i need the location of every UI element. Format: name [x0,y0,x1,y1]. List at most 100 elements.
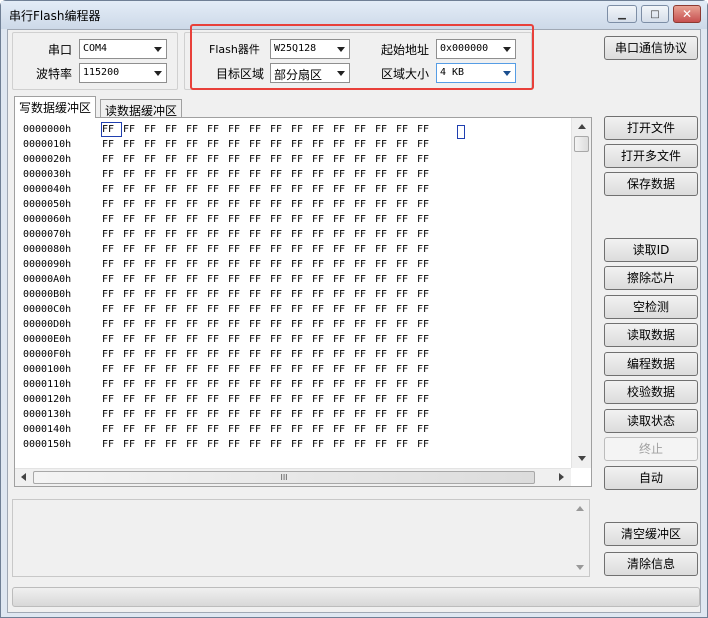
hex-byte[interactable]: FF [353,272,374,287]
hex-byte[interactable]: FF [143,377,164,392]
hex-byte[interactable]: FF [269,242,290,257]
hex-byte[interactable]: FF [374,287,395,302]
hex-byte[interactable]: FF [269,152,290,167]
hex-byte[interactable]: FF [395,287,416,302]
hex-byte[interactable]: FF [101,287,122,302]
hex-byte[interactable]: FF [416,227,437,242]
hex-byte[interactable]: FF [227,137,248,152]
hex-byte[interactable]: FF [332,407,353,422]
hex-byte[interactable]: FF [332,392,353,407]
hex-byte[interactable]: FF [185,377,206,392]
hex-byte[interactable]: FF [332,332,353,347]
hex-byte[interactable]: FF [227,122,248,137]
hex-byte[interactable]: FF [332,137,353,152]
hex-byte[interactable]: FF [101,347,122,362]
horizontal-scroll-thumb[interactable]: III [33,471,535,484]
hex-byte[interactable]: FF [269,377,290,392]
hex-byte[interactable]: FF [227,317,248,332]
hex-byte[interactable]: FF [143,212,164,227]
hex-byte[interactable]: FF [185,227,206,242]
hex-byte[interactable]: FF [311,422,332,437]
tab-write-buffer[interactable]: 写数据缓冲区 [14,96,97,118]
hex-byte[interactable]: FF [353,392,374,407]
hex-byte[interactable]: FF [395,362,416,377]
hex-byte[interactable]: FF [185,122,206,137]
hex-byte[interactable]: FF [374,377,395,392]
hex-byte[interactable]: FF [395,182,416,197]
save-data-button[interactable]: 保存数据 [604,172,698,196]
scroll-up-icon[interactable] [578,124,586,129]
hex-byte[interactable]: FF [353,212,374,227]
hex-byte[interactable]: FF [290,257,311,272]
hex-byte[interactable]: FF [395,167,416,182]
hex-byte[interactable]: FF [227,182,248,197]
hex-byte[interactable]: FF [206,227,227,242]
hex-byte[interactable]: FF [227,422,248,437]
hex-byte[interactable]: FF [101,242,122,257]
open-multiple-files-button[interactable]: 打开多文件 [604,144,698,168]
hex-byte[interactable]: FF [101,362,122,377]
hex-byte[interactable]: FF [164,257,185,272]
hex-byte[interactable]: FF [269,347,290,362]
hex-byte[interactable]: FF [122,302,143,317]
hex-row[interactable]: 0000020h FF FF FF FF FF FF FF FF FF FF FF FF FF FF FF FF [23,152,563,167]
hex-byte[interactable]: FF [395,152,416,167]
hex-byte[interactable]: FF [101,407,122,422]
hex-byte[interactable]: FF [122,197,143,212]
hex-byte[interactable]: FF [332,242,353,257]
hex-byte[interactable]: FF [101,422,122,437]
hex-byte[interactable]: FF [206,377,227,392]
hex-byte[interactable]: FF [227,347,248,362]
hex-byte[interactable]: FF [290,122,311,137]
hex-byte[interactable]: FF [122,212,143,227]
hex-byte[interactable]: FF [143,257,164,272]
hex-byte[interactable]: FF [206,152,227,167]
hex-byte[interactable]: FF [101,302,122,317]
clear-info-button[interactable]: 清除信息 [604,552,698,576]
hex-byte[interactable]: FF [311,167,332,182]
hex-row[interactable]: 00000A0h FF FF FF FF FF FF FF FF FF FF FF FF FF FF FF FF [23,272,563,287]
hex-byte[interactable]: FF [164,137,185,152]
hex-byte[interactable]: FF [395,392,416,407]
hex-byte[interactable]: FF [395,272,416,287]
hex-byte[interactable]: FF [290,317,311,332]
hex-byte[interactable]: FF [101,392,122,407]
hex-byte[interactable]: FF [416,422,437,437]
serial-protocol-button[interactable]: 串口通信协议 [604,36,698,60]
scroll-left-icon[interactable] [21,473,26,481]
hex-byte[interactable]: FF [416,152,437,167]
hex-byte[interactable]: FF [101,227,122,242]
tab-read-buffer[interactable]: 读数据缓冲区 [100,99,183,118]
hex-byte[interactable]: FF [395,137,416,152]
hex-byte[interactable]: FF [395,377,416,392]
hex-byte[interactable]: FF [227,302,248,317]
hex-byte[interactable]: FF [290,137,311,152]
vertical-scroll-thumb[interactable] [574,136,589,152]
info-vertical-scrollbar[interactable] [571,500,589,576]
hex-byte[interactable]: FF [374,257,395,272]
hex-byte[interactable]: FF [311,362,332,377]
hex-byte[interactable]: FF [353,437,374,452]
hex-byte[interactable]: FF [269,167,290,182]
hex-byte[interactable]: FF [122,287,143,302]
hex-byte[interactable]: FF [164,347,185,362]
hex-byte[interactable]: FF [185,302,206,317]
region-size-select[interactable]: 4 KB [436,63,516,83]
hex-byte[interactable]: FF [248,167,269,182]
hex-byte[interactable]: FF [353,137,374,152]
target-region-select[interactable]: 部分扇区 [270,63,350,83]
hex-byte[interactable]: FF [185,347,206,362]
hex-byte[interactable]: FF [122,167,143,182]
hex-byte[interactable]: FF [311,152,332,167]
hex-byte[interactable]: FF [164,227,185,242]
hex-byte[interactable]: FF [164,422,185,437]
hex-byte[interactable]: FF [269,332,290,347]
hex-byte[interactable]: FF [185,392,206,407]
hex-byte[interactable]: FF [206,167,227,182]
hex-byte[interactable]: FF [164,182,185,197]
hex-byte[interactable]: FF [248,242,269,257]
hex-byte[interactable]: FF [416,122,437,137]
hex-byte[interactable]: FF [374,392,395,407]
hex-byte[interactable]: FF [290,377,311,392]
hex-byte[interactable]: FF [164,377,185,392]
